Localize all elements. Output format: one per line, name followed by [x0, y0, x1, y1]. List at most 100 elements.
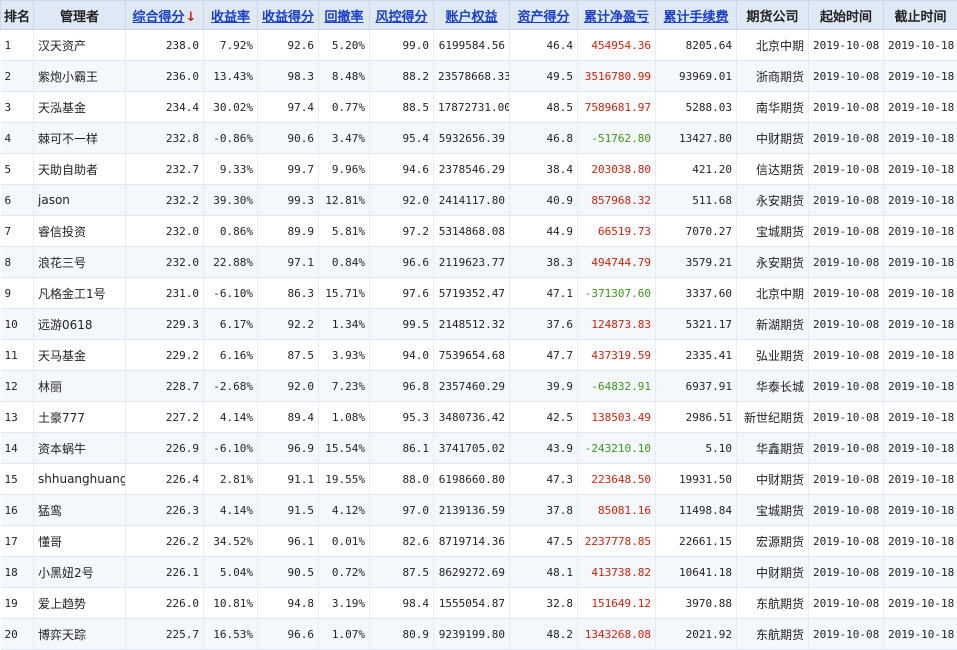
column-header-label: 账户权益	[445, 10, 497, 25]
cell-asset-score: 47.3	[510, 464, 578, 495]
cell-total-score: 231.0	[126, 278, 204, 309]
table-row[interactable]: 1汉天资产238.07.92%92.65.20%99.06199584.5646…	[1, 30, 957, 61]
column-header-label: 期货公司	[746, 10, 798, 25]
column-header-drawdown-rate[interactable]: 回撤率	[319, 1, 370, 30]
column-header-label: 风控得分	[375, 10, 427, 25]
cell-fees: 11498.84	[656, 495, 737, 526]
table-row[interactable]: 10远游0618229.36.17%92.21.34%99.52148512.3…	[1, 309, 957, 340]
cell-end-date: 2019-10-18	[884, 123, 957, 154]
cell-return-rate: 30.02%	[204, 92, 258, 123]
table-row[interactable]: 18小黑妞2号226.15.04%90.50.72%87.58629272.69…	[1, 557, 957, 588]
table-row[interactable]: 13土豪777227.24.14%89.41.08%95.33480736.42…	[1, 402, 957, 433]
table-row[interactable]: 17懂哥226.234.52%96.10.01%82.68719714.3647…	[1, 526, 957, 557]
cell-fees: 511.68	[656, 185, 737, 216]
cell-net-pnl: 223648.50	[578, 464, 656, 495]
table-row[interactable]: 14资本蜗牛226.9-6.10%96.915.54%86.13741705.0…	[1, 433, 957, 464]
table-row[interactable]: 6jason232.239.30%99.312.81%92.02414117.8…	[1, 185, 957, 216]
cell-start-date: 2019-10-08	[809, 402, 884, 433]
cell-asset-score: 37.8	[510, 495, 578, 526]
table-row[interactable]: 12林丽228.7-2.68%92.07.23%96.82357460.2939…	[1, 371, 957, 402]
cell-fees: 5.10	[656, 433, 737, 464]
column-header-net-pnl[interactable]: 累计净盈亏	[578, 1, 656, 30]
cell-drawdown-rate: 0.01%	[319, 526, 370, 557]
cell-end-date: 2019-10-18	[884, 154, 957, 185]
cell-risk-score: 88.2	[370, 61, 434, 92]
table-row[interactable]: 7睿信投资232.00.86%89.95.81%97.25314868.0844…	[1, 216, 957, 247]
column-header-futures-company: 期货公司	[737, 1, 809, 30]
cell-total-score: 226.1	[126, 557, 204, 588]
cell-risk-score: 88.0	[370, 464, 434, 495]
table-row[interactable]: 5天助自助者232.79.33%99.79.96%94.62378546.293…	[1, 154, 957, 185]
cell-rank: 4	[1, 123, 34, 154]
cell-futures-company: 中财期货	[737, 464, 809, 495]
cell-return-score: 87.5	[258, 340, 319, 371]
cell-return-score: 96.1	[258, 526, 319, 557]
column-header-asset-score[interactable]: 资产得分	[510, 1, 578, 30]
column-header-return-score[interactable]: 收益得分	[258, 1, 319, 30]
cell-asset-score: 32.8	[510, 588, 578, 619]
cell-drawdown-rate: 1.34%	[319, 309, 370, 340]
cell-account-equity: 9239199.80	[434, 619, 510, 650]
cell-account-equity: 2357460.29	[434, 371, 510, 402]
table-row[interactable]: 20博弈天踪225.716.53%96.61.07%80.99239199.80…	[1, 619, 957, 650]
cell-end-date: 2019-10-18	[884, 278, 957, 309]
cell-rank: 17	[1, 526, 34, 557]
cell-risk-score: 88.5	[370, 92, 434, 123]
table-row[interactable]: 9凡格金工1号231.0-6.10%86.315.71%97.65719352.…	[1, 278, 957, 309]
table-row[interactable]: 11天马基金229.26.16%87.53.93%94.07539654.684…	[1, 340, 957, 371]
cell-total-score: 227.2	[126, 402, 204, 433]
cell-net-pnl: -64832.91	[578, 371, 656, 402]
cell-futures-company: 弘业期货	[737, 340, 809, 371]
table-row[interactable]: 3天泓基金234.430.02%97.40.77%88.517872731.00…	[1, 92, 957, 123]
cell-end-date: 2019-10-18	[884, 371, 957, 402]
cell-drawdown-rate: 0.84%	[319, 247, 370, 278]
cell-return-rate: 7.92%	[204, 30, 258, 61]
cell-return-rate: 4.14%	[204, 402, 258, 433]
cell-asset-score: 47.7	[510, 340, 578, 371]
cell-futures-company: 华泰长城	[737, 371, 809, 402]
cell-net-pnl: 2237778.85	[578, 526, 656, 557]
cell-futures-company: 北京中期	[737, 278, 809, 309]
cell-manager: 资本蜗牛	[34, 433, 126, 464]
column-header-account-equity[interactable]: 账户权益	[434, 1, 510, 30]
cell-manager: 浪花三号	[34, 247, 126, 278]
cell-return-rate: -6.10%	[204, 278, 258, 309]
cell-account-equity: 1555054.87	[434, 588, 510, 619]
cell-manager: 博弈天踪	[34, 619, 126, 650]
cell-total-score: 226.4	[126, 464, 204, 495]
cell-rank: 2	[1, 61, 34, 92]
table-row[interactable]: 19爱上趋势226.010.81%94.83.19%98.41555054.87…	[1, 588, 957, 619]
cell-rank: 14	[1, 433, 34, 464]
column-header-return-rate[interactable]: 收益率	[204, 1, 258, 30]
cell-rank: 9	[1, 278, 34, 309]
cell-return-rate: 16.53%	[204, 619, 258, 650]
cell-net-pnl: 437319.59	[578, 340, 656, 371]
cell-futures-company: 宝城期货	[737, 216, 809, 247]
cell-return-rate: 2.81%	[204, 464, 258, 495]
cell-account-equity: 3741705.02	[434, 433, 510, 464]
cell-return-score: 89.4	[258, 402, 319, 433]
cell-asset-score: 46.4	[510, 30, 578, 61]
cell-fees: 2335.41	[656, 340, 737, 371]
cell-fees: 13427.80	[656, 123, 737, 154]
column-header-fees[interactable]: 累计手续费	[656, 1, 737, 30]
table-row[interactable]: 8浪花三号232.022.88%97.10.84%96.62119623.773…	[1, 247, 957, 278]
cell-start-date: 2019-10-08	[809, 340, 884, 371]
column-header-risk-score[interactable]: 风控得分	[370, 1, 434, 30]
table-row[interactable]: 15shhuanghuang226.42.81%91.119.55%88.061…	[1, 464, 957, 495]
cell-drawdown-rate: 0.77%	[319, 92, 370, 123]
table-row[interactable]: 4棘可不一样232.8-0.86%90.63.47%95.45932656.39…	[1, 123, 957, 154]
cell-drawdown-rate: 15.71%	[319, 278, 370, 309]
cell-futures-company: 新湖期货	[737, 309, 809, 340]
cell-fees: 22661.15	[656, 526, 737, 557]
table-row[interactable]: 16猛鸾226.34.14%91.54.12%97.02139136.5937.…	[1, 495, 957, 526]
cell-rank: 13	[1, 402, 34, 433]
cell-account-equity: 2414117.80	[434, 185, 510, 216]
cell-total-score: 225.7	[126, 619, 204, 650]
table-row[interactable]: 2紫炮小霸王236.013.43%98.38.48%88.223578668.3…	[1, 61, 957, 92]
column-header-manager: 管理者	[34, 1, 126, 30]
column-header-total-score[interactable]: 综合得分↓	[126, 1, 204, 30]
cell-return-score: 94.8	[258, 588, 319, 619]
header-row: 排名管理者综合得分↓收益率收益得分回撤率风控得分账户权益资产得分累计净盈亏累计手…	[1, 1, 957, 30]
cell-start-date: 2019-10-08	[809, 526, 884, 557]
